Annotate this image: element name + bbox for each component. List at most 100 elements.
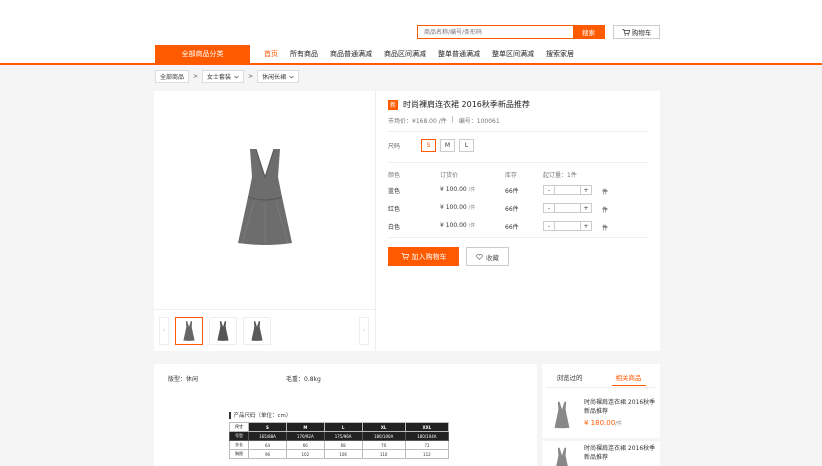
table-cell: 180/100A xyxy=(361,431,406,441)
thumbnail[interactable] xyxy=(243,316,271,345)
product-panel: ‹ › 新 时尚裸肩连衣裙 2016秋季新品推荐 市场价：¥168.00 /件 … xyxy=(154,91,660,351)
plus-button[interactable]: + xyxy=(581,204,591,212)
table-header: M xyxy=(285,422,325,432)
table-cell: 96 xyxy=(248,449,287,459)
add-to-cart-button[interactable]: 加入购物车 xyxy=(388,247,459,266)
size-selector: 尺码 S M L xyxy=(388,139,474,152)
size-option-l[interactable]: L xyxy=(459,139,474,152)
header-color: 颜色 xyxy=(388,172,401,179)
nav-item-all-products[interactable]: 所有商品 xyxy=(290,49,318,59)
thumb-next-button[interactable]: › xyxy=(359,316,369,345)
size-table: 尺寸 S M L XL XXL 号型 165/88A 170/92A 175/9… xyxy=(228,422,450,459)
table-cell: 胸围 xyxy=(228,449,250,459)
breadcrumb-label: 休闲长裙 xyxy=(262,74,287,81)
variant-stock: 66件 xyxy=(505,188,519,195)
new-badge: 新 xyxy=(388,99,398,110)
breadcrumb: 全部商品 > 女士套装 > 休闲长裙 xyxy=(155,70,300,83)
plus-button[interactable]: + xyxy=(581,186,591,194)
table-cell: 175/96A xyxy=(323,431,363,441)
tab-browsed[interactable]: 浏览过的 xyxy=(557,372,583,386)
nav-item-product-normal-discount[interactable]: 商品普通满减 xyxy=(330,49,372,59)
minus-button[interactable]: - xyxy=(544,186,554,194)
size-table-header-row: 尺寸 S M L XL XXL xyxy=(228,422,450,432)
table-row: 号型 165/88A 170/92A 175/96A 180/100A 180/… xyxy=(228,431,450,441)
attr-weight: 毛重：0.8kg xyxy=(286,376,321,383)
favorite-button[interactable]: 收藏 xyxy=(466,247,509,266)
cart-icon xyxy=(401,253,409,260)
all-categories-button[interactable]: 全部商品分类 xyxy=(155,45,250,63)
breadcrumb-womens-sets[interactable]: 女士套装 xyxy=(202,70,245,83)
breadcrumb-label: 全部商品 xyxy=(160,74,185,81)
table-cell: 110 xyxy=(361,449,406,459)
breadcrumb-casual-dress[interactable]: 休闲长裙 xyxy=(257,70,300,83)
favorite-label: 收藏 xyxy=(486,253,499,262)
title-row: 新 时尚裸肩连衣裙 2016秋季新品推荐 xyxy=(388,99,530,110)
header: 搜索 购物车 全部商品分类 首页 所有商品 商品普通满减 商品区间满减 整单普通… xyxy=(0,0,822,65)
thumbnail[interactable] xyxy=(209,316,237,345)
chevron-down-icon xyxy=(234,75,239,78)
quantity-stepper: - + xyxy=(543,185,592,195)
nav-item-order-normal-discount[interactable]: 整单普通满减 xyxy=(438,49,480,59)
meta-separator: | xyxy=(451,116,454,123)
table-row: 胸围 96 102 106 110 112 xyxy=(228,449,450,459)
minus-button[interactable]: - xyxy=(544,204,554,212)
qty-unit: 件 xyxy=(602,207,609,214)
cart-icon xyxy=(622,28,630,36)
size-option-m[interactable]: M xyxy=(440,139,455,152)
product-title: 时尚裸肩连衣裙 2016秋季新品推荐 xyxy=(403,100,530,109)
image-divider xyxy=(154,309,375,310)
quantity-input[interactable] xyxy=(554,186,581,194)
cart-button[interactable]: 购物车 xyxy=(613,25,660,39)
nav-item-home[interactable]: 首页 xyxy=(264,49,278,59)
header-stock: 库存 xyxy=(505,172,518,179)
related-item[interactable]: 时尚裸肩连衣裙 2016秋季新品推荐 xyxy=(542,442,660,466)
table-cell: 112 xyxy=(404,449,450,459)
quantity-input[interactable] xyxy=(554,222,581,230)
table-cell: 68 xyxy=(323,440,363,450)
header-price: 订货价 xyxy=(440,172,459,179)
dress-thumbnail-icon xyxy=(183,320,195,341)
table-header: XL xyxy=(361,422,406,432)
size-option-s[interactable]: S xyxy=(421,139,436,152)
market-price: 市场价：¥168.00 /件 xyxy=(388,118,447,125)
plus-button[interactable]: + xyxy=(581,222,591,230)
thumbnail[interactable] xyxy=(175,316,203,345)
cart-label: 购物车 xyxy=(631,29,652,37)
breadcrumb-all-products[interactable]: 全部商品 xyxy=(155,70,190,83)
thumb-prev-button[interactable]: ‹ xyxy=(159,316,169,345)
related-item-image xyxy=(546,442,578,466)
thumbnail-strip: ‹ › xyxy=(159,316,369,345)
price-value: ¥ 100.00 xyxy=(440,186,467,193)
quantity-input[interactable] xyxy=(554,204,581,212)
nav-item-search-home[interactable]: 搜索家居 xyxy=(546,49,574,59)
related-item[interactable]: 时尚裸肩连衣裙 2016秋季新品推荐 ¥ 180.00/件 xyxy=(542,396,660,436)
variant-price: ¥ 100.00 /件 xyxy=(440,204,475,211)
table-cell: 64 xyxy=(248,440,287,450)
price-unit: /件 xyxy=(468,187,476,193)
variant-color: 蓝色 xyxy=(388,188,401,195)
search-button[interactable]: 搜索 xyxy=(573,26,604,38)
variant-row: 红色 ¥ 100.00 /件 66件 - + 件 xyxy=(388,201,648,215)
table-cell: 71 xyxy=(404,440,450,450)
product-info: 新 时尚裸肩连衣裙 2016秋季新品推荐 市场价：¥168.00 /件 | 编号… xyxy=(388,91,653,351)
variant-header: 颜色 订货价 库存 起订量：1件 xyxy=(388,167,648,181)
breadcrumb-label: 女士套装 xyxy=(207,74,232,81)
chevron-down-icon xyxy=(289,75,294,78)
table-cell: 66 xyxy=(285,440,325,450)
table-header: XXL xyxy=(404,422,450,432)
minus-button[interactable]: - xyxy=(544,222,554,230)
search-box: 搜索 xyxy=(417,25,605,39)
nav-item-order-range-discount[interactable]: 整单区间满减 xyxy=(492,49,534,59)
related-sidebar: 浏览过的 相关商品 时尚裸肩连衣裙 2016秋季新品推荐 ¥ 180.00/件 … xyxy=(542,364,660,466)
item-separator xyxy=(542,438,660,441)
search-input[interactable] xyxy=(418,26,573,38)
title-bar xyxy=(229,411,231,419)
divider xyxy=(388,131,648,132)
qty-unit: 件 xyxy=(602,225,609,232)
dress-thumbnail-icon xyxy=(556,447,568,466)
variant-price: ¥ 100.00 /件 xyxy=(440,186,475,193)
tab-related[interactable]: 相关商品 xyxy=(611,372,646,386)
nav-item-product-range-discount[interactable]: 商品区间满减 xyxy=(384,49,426,59)
dress-thumbnail-icon xyxy=(251,320,263,341)
heart-icon xyxy=(476,253,483,260)
